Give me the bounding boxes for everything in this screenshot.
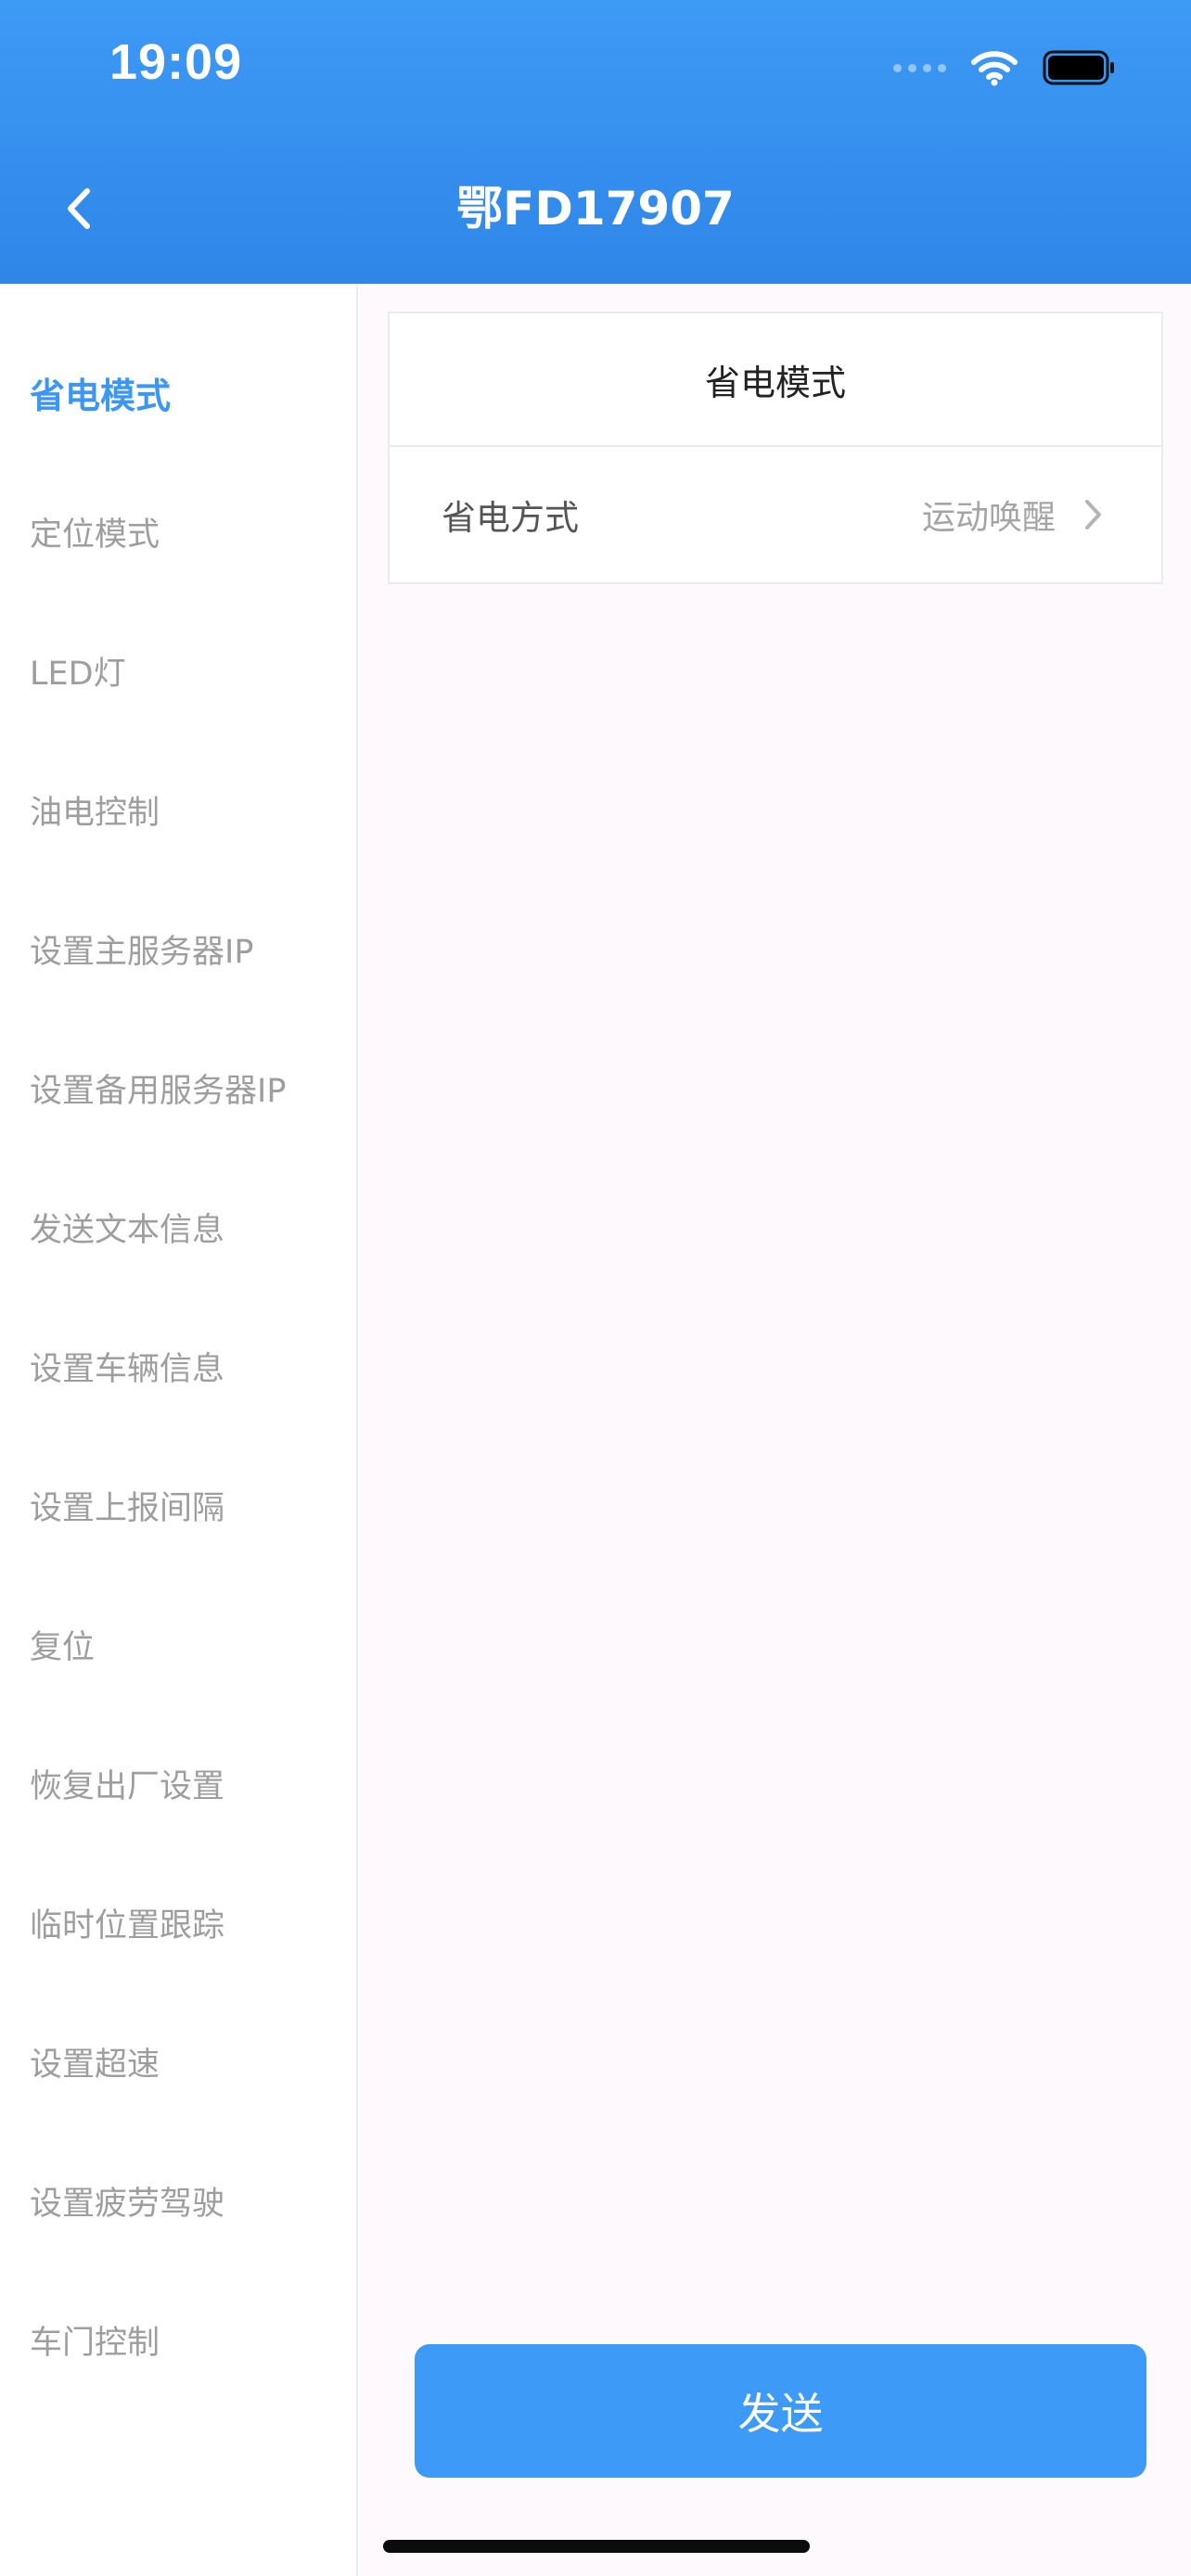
row-label: 省电方式	[442, 498, 579, 538]
status-time: 19:09	[109, 34, 243, 90]
sidebar-item-send-text[interactable]: 发送文本信息	[0, 1157, 356, 1296]
row-value: 运动唤醒	[921, 499, 1056, 537]
sidebar-item-door-control[interactable]: 车门控制	[0, 2270, 356, 2409]
status-icons	[893, 45, 1117, 91]
sidebar-item-temp-tracking[interactable]: 临时位置跟踪	[0, 1853, 356, 1992]
chevron-right-icon	[1083, 496, 1109, 533]
sidebar-item-fatigue-driving[interactable]: 设置疲劳驾驶	[0, 2131, 356, 2270]
sidebar-item-overspeed[interactable]: 设置超速	[0, 1992, 356, 2131]
card-title: 省电模式	[390, 313, 1161, 447]
sidebar-item-report-interval[interactable]: 设置上报间隔	[0, 1435, 356, 1575]
power-saving-method-row[interactable]: 省电方式 运动唤醒	[390, 447, 1161, 582]
cellular-signal-icon	[893, 63, 946, 72]
sidebar-item-positioning-mode[interactable]: 定位模式	[0, 462, 356, 601]
sidebar-item-vehicle-info[interactable]: 设置车辆信息	[0, 1296, 356, 1435]
header-bar: 19:09 鄂FD17907	[0, 0, 1191, 284]
sidebar-item-power-saving-mode[interactable]: 省电模式	[0, 323, 356, 462]
home-indicator	[383, 2540, 810, 2553]
settings-card: 省电模式 省电方式 运动唤醒	[388, 312, 1163, 584]
sidebar-item-main-server-ip[interactable]: 设置主服务器IP	[0, 879, 356, 1018]
wifi-icon	[971, 51, 1018, 86]
screen: 19:09 鄂FD17907 省电模式 定位模式 LED灯 油电控制 设置主服务…	[0, 0, 1191, 2576]
main-content: 省电模式 省电方式 运动唤醒 发送	[360, 284, 1191, 2576]
page-title: 鄂FD17907	[456, 182, 735, 236]
sidebar-item-led-light[interactable]: LED灯	[0, 601, 356, 740]
battery-icon	[1043, 50, 1114, 85]
sidebar-item-reset[interactable]: 复位	[0, 1575, 356, 1714]
sidebar-item-backup-server-ip[interactable]: 设置备用服务器IP	[0, 1018, 356, 1157]
sidebar: 省电模式 定位模式 LED灯 油电控制 设置主服务器IP 设置备用服务器IP 发…	[0, 284, 358, 2576]
send-button[interactable]: 发送	[415, 2344, 1146, 2478]
sidebar-item-factory-reset[interactable]: 恢复出厂设置	[0, 1714, 356, 1853]
sidebar-item-fuel-power-control[interactable]: 油电控制	[0, 740, 356, 879]
